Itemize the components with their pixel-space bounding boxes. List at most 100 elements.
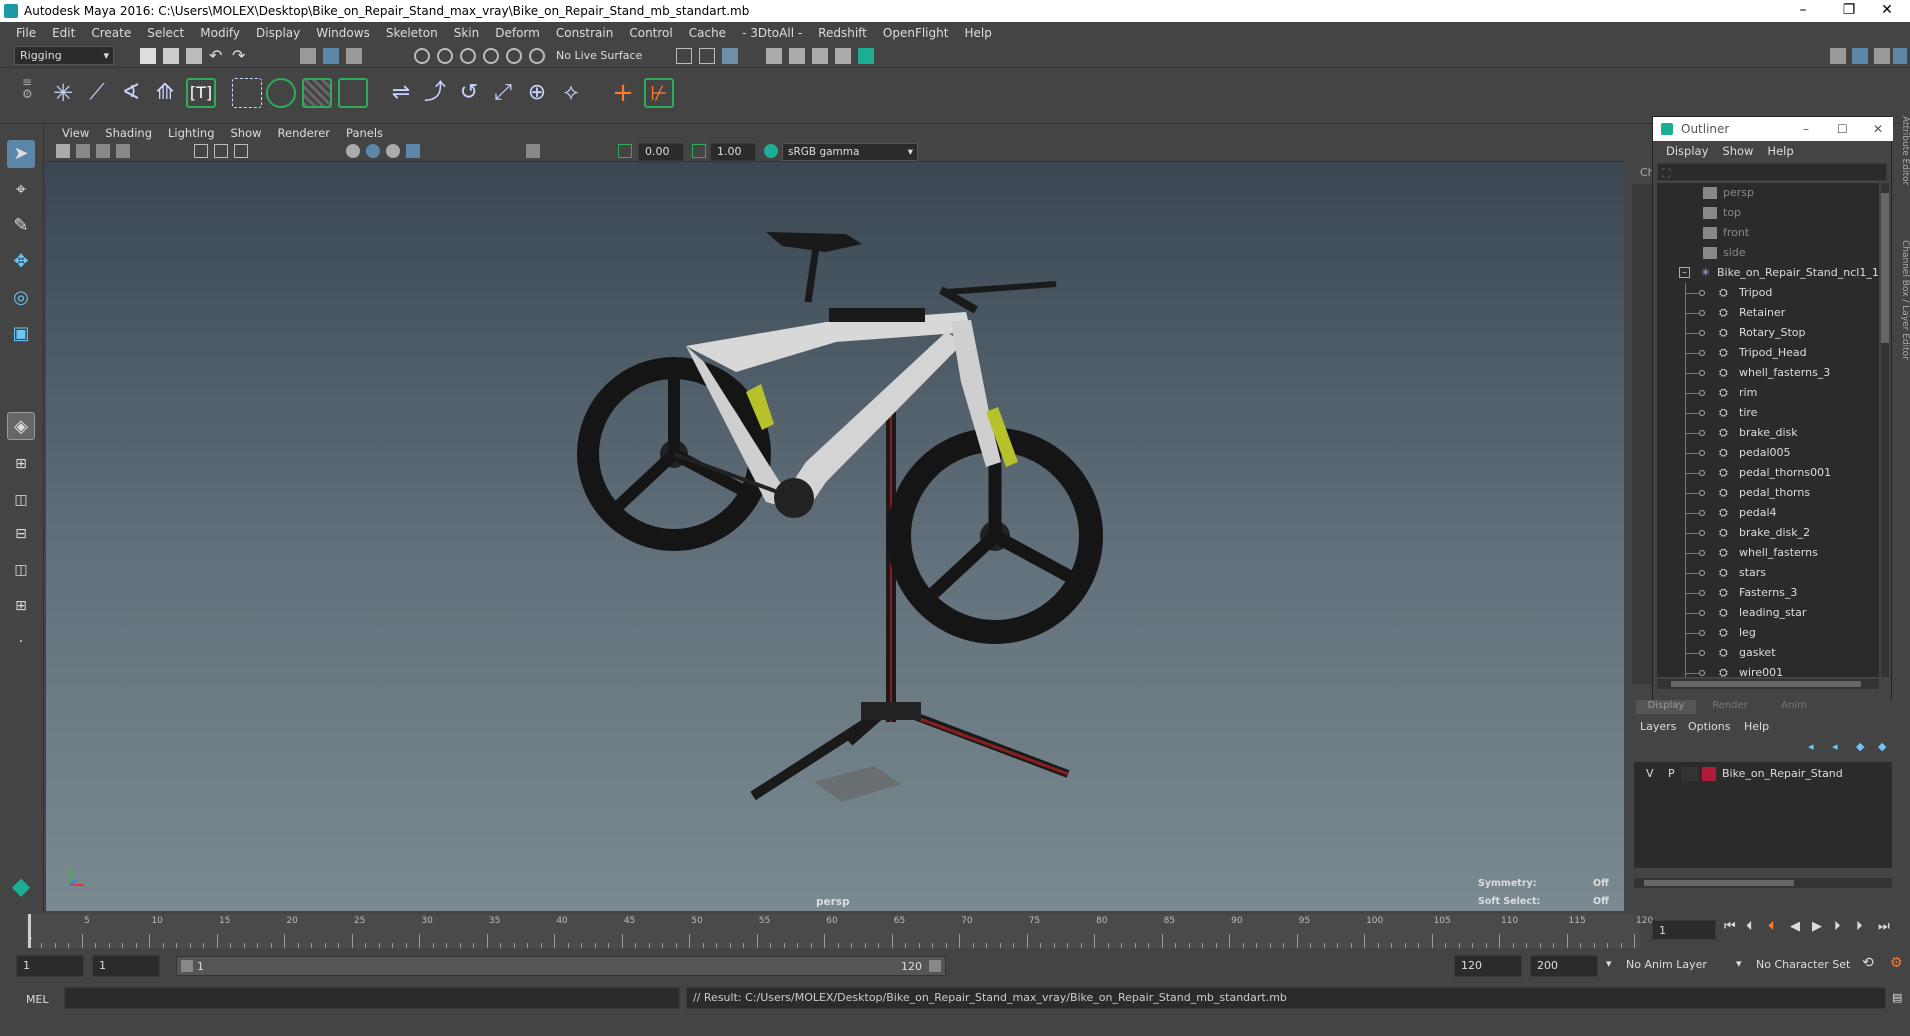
- four-view-icon[interactable]: ⊞: [7, 450, 35, 478]
- menu-deform[interactable]: Deform: [487, 26, 548, 40]
- outliner-item[interactable]: ⛭ whell_fasterns: [1657, 543, 1879, 563]
- expand-dot-icon[interactable]: [1699, 290, 1705, 296]
- auto-key-icon[interactable]: ⟲: [1862, 955, 1874, 971]
- tab-render[interactable]: Render: [1700, 700, 1760, 714]
- outliner-item[interactable]: ⛭ Tripod_Head: [1657, 343, 1879, 363]
- outliner-item[interactable]: ⛭ tire: [1657, 403, 1879, 423]
- go-to-start-icon[interactable]: ⏮: [1724, 919, 1736, 934]
- point-constraint-icon[interactable]: ⇌: [386, 78, 416, 108]
- outliner-item[interactable]: ⛭ Retainer: [1657, 303, 1879, 323]
- output-ops-icon[interactable]: [699, 48, 715, 64]
- expand-dot-icon[interactable]: [1699, 490, 1705, 496]
- outliner-item[interactable]: ⛭ rim: [1657, 383, 1879, 403]
- paint-select-icon[interactable]: ✎: [7, 212, 35, 240]
- command-language-toggle[interactable]: MEL: [26, 993, 49, 1006]
- expand-dot-icon[interactable]: [1699, 570, 1705, 576]
- camera-attr-icon[interactable]: [76, 144, 90, 158]
- outliner-menu-help[interactable]: Help: [1760, 141, 1800, 161]
- outliner-persp-icon[interactable]: ⊟: [7, 520, 35, 548]
- outliner-root-group[interactable]: – ✳ Bike_on_Repair_Stand_ncl1_1: [1657, 263, 1879, 283]
- move-layer-down-icon[interactable]: ◂: [1832, 740, 1838, 753]
- outliner-scroll-thumb[interactable]: [1881, 193, 1889, 343]
- single-view-icon[interactable]: ◈: [7, 412, 35, 440]
- outliner-minimize-button[interactable]: –: [1803, 117, 1809, 141]
- outliner-item[interactable]: ⛭ pedal_thorns: [1657, 483, 1879, 503]
- vp-menu-renderer[interactable]: Renderer: [270, 126, 339, 140]
- undo-icon[interactable]: ↶: [209, 48, 225, 64]
- preferences-icon[interactable]: ⚙: [1890, 955, 1903, 971]
- layer-name[interactable]: Bike_on_Repair_Stand: [1722, 767, 1843, 780]
- outliner-menu-display[interactable]: Display: [1659, 141, 1715, 161]
- ipr-render-icon[interactable]: [812, 48, 828, 64]
- chevron-down-icon[interactable]: ▾: [1606, 957, 1612, 970]
- end-time-field[interactable]: 200: [1530, 955, 1598, 977]
- minimize-button[interactable]: –: [1780, 0, 1826, 22]
- outliner-item[interactable]: ⛭ stars: [1657, 563, 1879, 583]
- layout-icon-1[interactable]: [1830, 48, 1846, 64]
- expand-dot-icon[interactable]: [1699, 370, 1705, 376]
- expand-dot-icon[interactable]: [1699, 670, 1705, 676]
- snap-grid-icon[interactable]: [414, 48, 430, 64]
- cluster-icon[interactable]: [T]: [186, 78, 216, 108]
- two-view-icon[interactable]: ◫: [7, 486, 35, 514]
- colorspace-dropdown[interactable]: sRGB gamma ▾: [782, 143, 918, 161]
- outliner-camera-side[interactable]: side: [1657, 243, 1879, 263]
- wireframe-icon[interactable]: [346, 144, 360, 158]
- camera-select-icon[interactable]: [56, 144, 70, 158]
- select-component-icon[interactable]: [346, 48, 362, 64]
- menu-select[interactable]: Select: [139, 26, 192, 40]
- bind-skin-icon[interactable]: ⟰: [150, 78, 180, 108]
- playback-start-field[interactable]: 1: [92, 955, 160, 977]
- range-handle-start[interactable]: [181, 960, 193, 972]
- script-editor-icon[interactable]: ▤: [1892, 991, 1902, 1004]
- construction-history-icon[interactable]: [722, 48, 738, 64]
- expand-dot-icon[interactable]: [1699, 390, 1705, 396]
- outliner-item[interactable]: ⛭ Rotary_Stop: [1657, 323, 1879, 343]
- lasso-tool-icon[interactable]: ⌖: [7, 176, 35, 204]
- anim-layer-dropdown[interactable]: No Anim Layer: [1626, 958, 1707, 971]
- exposure-field[interactable]: 0.00: [638, 143, 684, 161]
- textured-icon[interactable]: [386, 144, 400, 158]
- aim-constraint-icon[interactable]: ⤴: [420, 78, 450, 108]
- snap-view-plane-icon[interactable]: [506, 48, 522, 64]
- rotate-tool-icon[interactable]: ◎: [7, 284, 35, 312]
- outliner-camera-top[interactable]: top: [1657, 203, 1879, 223]
- menu-skin[interactable]: Skin: [446, 26, 488, 40]
- render-settings-icon[interactable]: [835, 48, 851, 64]
- menu-create[interactable]: Create: [83, 26, 139, 40]
- expand-dot-icon[interactable]: [1699, 510, 1705, 516]
- scale-tool-icon[interactable]: ▣: [7, 320, 35, 348]
- outliner-close-button[interactable]: ✕: [1873, 117, 1883, 141]
- collapse-icon[interactable]: –: [1679, 267, 1690, 278]
- menu-modify[interactable]: Modify: [192, 26, 248, 40]
- expand-dot-icon[interactable]: [1699, 550, 1705, 556]
- redo-icon[interactable]: ↷: [232, 48, 248, 64]
- menu-cache[interactable]: Cache: [681, 26, 734, 40]
- menu-control[interactable]: Control: [621, 26, 680, 40]
- vp-menu-view[interactable]: View: [54, 126, 97, 140]
- render-current-icon[interactable]: [789, 48, 805, 64]
- menu-openflight[interactable]: OpenFlight: [875, 26, 957, 40]
- layer-hscrollbar[interactable]: [1634, 878, 1892, 888]
- outliner-item[interactable]: ⛭ whell_fasterns_3: [1657, 363, 1879, 383]
- character-set-dropdown[interactable]: No Character Set: [1756, 958, 1850, 971]
- hypershade-persp-icon[interactable]: ⊞: [7, 592, 35, 620]
- close-window-button[interactable]: ✕: [1864, 0, 1910, 22]
- vp-menu-panels[interactable]: Panels: [338, 126, 391, 140]
- outliner-item[interactable]: ⛭ pedal005: [1657, 443, 1879, 463]
- menu-file[interactable]: File: [8, 26, 44, 40]
- vp-menu-shading[interactable]: Shading: [97, 126, 160, 140]
- layer-playback-toggle[interactable]: P: [1668, 767, 1675, 780]
- chevron-down-icon[interactable]: ▾: [1736, 957, 1742, 970]
- menu-constrain[interactable]: Constrain: [548, 26, 622, 40]
- parent-constraint-icon[interactable]: ⊕: [522, 78, 552, 108]
- outliner-menu-show[interactable]: Show: [1715, 141, 1760, 161]
- range-slider[interactable]: 1 120: [176, 956, 946, 976]
- tab-display[interactable]: Display: [1636, 700, 1696, 714]
- outliner-camera-persp[interactable]: persp: [1657, 183, 1879, 203]
- outliner-item[interactable]: ⛭ leading_star: [1657, 603, 1879, 623]
- shelf-options-icon[interactable]: ≡ ⚙: [22, 76, 33, 100]
- layers-menu-options[interactable]: Options: [1688, 720, 1730, 733]
- command-input[interactable]: [64, 987, 680, 1009]
- viewport-persp[interactable]: persp Symmetry: Off Soft Select: Off: [46, 162, 1624, 911]
